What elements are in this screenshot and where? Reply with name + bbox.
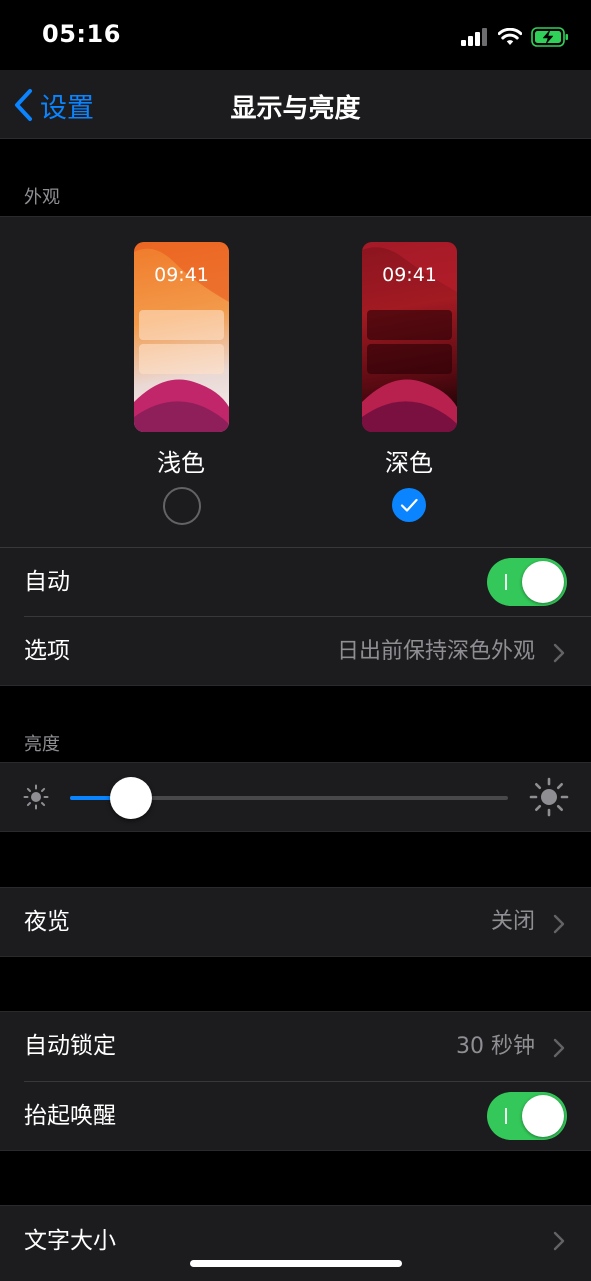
battery-charging-icon <box>531 27 568 47</box>
checkmark-icon <box>400 498 418 512</box>
dark-preview-card <box>367 310 452 340</box>
lock-group: 自动锁定 30 秒钟 抬起唤醒 <box>0 1011 591 1151</box>
brightness-slider[interactable] <box>70 777 508 819</box>
light-preview-card <box>139 310 224 340</box>
toggle-on-mark <box>505 1108 507 1124</box>
options-value: 日出前保持深色外观 <box>336 639 535 664</box>
text-size-label: 文字大小 <box>24 1228 116 1254</box>
auto-lock-label: 自动锁定 <box>24 1033 116 1059</box>
night-shift-value: 关闭 <box>490 909 535 934</box>
options-label: 选项 <box>24 638 70 664</box>
raise-to-wake-label: 抬起唤醒 <box>24 1103 116 1129</box>
sun-large-icon <box>529 777 569 817</box>
toggle-knob <box>522 561 564 603</box>
appearance-header: 外观 <box>24 187 60 208</box>
status-time: 05:16 <box>42 20 121 48</box>
dark-preview-time: 09:41 <box>382 264 437 286</box>
light-mode-label: 浅色 <box>157 449 205 477</box>
automatic-toggle[interactable] <box>487 558 567 606</box>
text-size-group: 文字大小 <box>0 1205 591 1281</box>
chevron-right-icon <box>553 914 565 934</box>
wifi-icon <box>498 28 522 45</box>
auto-lock-value: 30 秒钟 <box>456 1034 535 1059</box>
brightness-header: 亮度 <box>24 734 60 755</box>
home-indicator[interactable] <box>190 1260 402 1267</box>
brightness-slider-thumb[interactable] <box>110 777 152 819</box>
dark-mode-radio[interactable] <box>392 488 426 522</box>
dark-mode-preview[interactable]: 09:41 <box>362 242 457 432</box>
light-mode-preview[interactable]: 09:41 <box>134 242 229 432</box>
page-title: 显示与亮度 <box>230 94 361 124</box>
sun-small-icon <box>23 784 49 810</box>
status-icons <box>461 26 569 48</box>
night-shift-row[interactable]: 夜览 关闭 <box>0 888 591 956</box>
chevron-right-icon <box>553 643 565 663</box>
night-shift-label: 夜览 <box>24 909 70 935</box>
automatic-label: 自动 <box>24 569 70 595</box>
dark-mode-label: 深色 <box>385 449 433 477</box>
chevron-right-icon <box>553 1231 565 1251</box>
raise-to-wake-row: 抬起唤醒 <box>0 1082 591 1150</box>
automatic-row: 自动 <box>0 548 591 617</box>
raise-to-wake-toggle[interactable] <box>487 1092 567 1140</box>
light-preview-card <box>139 344 224 374</box>
night-shift-group: 夜览 关闭 <box>0 887 591 957</box>
brightness-group <box>0 762 591 832</box>
auto-lock-row[interactable]: 自动锁定 30 秒钟 <box>0 1012 591 1081</box>
dark-preview-card <box>367 344 452 374</box>
cellular-signal-icon <box>461 28 487 46</box>
toggle-knob <box>522 1095 564 1137</box>
options-row[interactable]: 选项 日出前保持深色外观 <box>0 617 591 686</box>
toggle-on-mark <box>505 574 507 590</box>
light-mode-radio[interactable] <box>163 487 201 525</box>
light-preview-time: 09:41 <box>154 264 209 286</box>
appearance-group: 09:41 浅色 09:41 深色 自动 选项 日出前保持深色外观 <box>0 216 591 686</box>
chevron-right-icon <box>553 1038 565 1058</box>
